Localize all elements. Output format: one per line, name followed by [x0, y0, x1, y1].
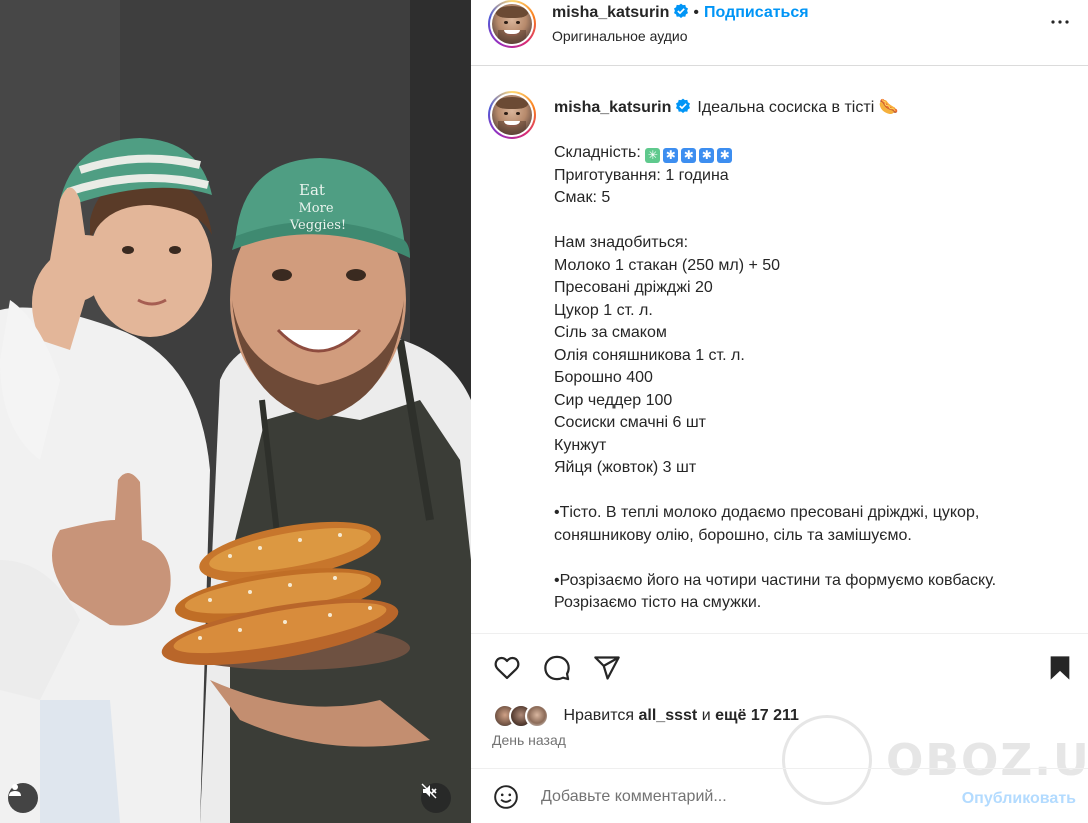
- ingredient-item: Пресовані дріжджі 20: [554, 279, 713, 296]
- difficulty-icon-5: ✱: [717, 148, 733, 163]
- ingredient-item: Олія соняшникова 1 ст. л.: [554, 346, 745, 364]
- caption-title: Ідеальна сосиска в тісті: [697, 99, 875, 116]
- share-button[interactable]: [593, 654, 621, 687]
- ingredients-list: Нам знадобиться: Молоко 1 стакан (250 мл…: [554, 232, 1074, 480]
- post-media-video[interactable]: Eat More Veggies!: [0, 0, 471, 823]
- likes-count[interactable]: ещё 17 211: [715, 707, 799, 724]
- ingredient-item: Сіль за смаком: [554, 324, 667, 341]
- heart-icon: [494, 656, 520, 680]
- post-details-panel: misha_katsurin • Подписаться Оригинальное …: [471, 0, 1088, 823]
- likes-joiner: и: [701, 707, 711, 724]
- recipe-step-2: •Розрізаємо його на чотири частини та фо…: [554, 571, 997, 612]
- more-dots-icon: [1051, 20, 1069, 24]
- post-caption: misha_katsurin Ідеальна сосиска в тісті 🌭…: [471, 67, 1088, 633]
- comment-bar: Опубликовать: [471, 768, 1088, 823]
- caption-username[interactable]: misha_katsurin: [554, 99, 671, 116]
- post-header: misha_katsurin • Подписаться Оригинальное …: [471, 0, 1088, 66]
- smiley-icon: [494, 785, 518, 809]
- comment-button[interactable]: [543, 654, 571, 687]
- mute-button[interactable]: [421, 783, 451, 813]
- ingredient-item: Яйця (жовток) 3 шт: [554, 459, 697, 476]
- follow-button[interactable]: Подписаться: [704, 4, 809, 21]
- ingredient-item: Цукор 1 ст. л.: [554, 301, 653, 319]
- recipe-summary: Складність: ✳ ✱ ✱ ✱ ✱ Приготування: 1 година…: [554, 142, 1074, 210]
- difficulty-icon-1: ✳: [645, 148, 661, 163]
- hotdog-emoji-icon: 🌭: [878, 99, 899, 116]
- verified-badge-icon: [676, 98, 691, 113]
- likes-text: Нравится all_ssst и ещё 17 211: [563, 707, 798, 724]
- author-avatar[interactable]: [488, 0, 536, 48]
- post-actions: Нравится all_ssst и ещё 17 211 День наза…: [471, 633, 1088, 768]
- comment-input[interactable]: [541, 783, 941, 811]
- ingredient-item: Сир чеддер 100: [554, 391, 673, 409]
- ingredient-item: Молоко 1 стакан (250 мл) + 50: [554, 256, 781, 274]
- taste-line: Смак: 5: [554, 189, 611, 206]
- likes-summary: Нравится all_ssst и ещё 17 211: [493, 704, 799, 728]
- header-name-line: misha_katsurin • Подписаться: [552, 3, 809, 22]
- caption-body: misha_katsurin Ідеальна сосиска в тісті 🌭…: [554, 97, 1074, 615]
- ingredients-heading: Нам знадобиться:: [554, 234, 689, 251]
- likes-prefix: Нравится: [563, 707, 635, 724]
- difficulty-line: Складність: ✳ ✱ ✱ ✱ ✱: [554, 142, 1074, 165]
- recipe-step-1: •Тісто. В теплі молоко додаємо пресовані…: [554, 504, 980, 544]
- difficulty-label: Складність:: [554, 144, 641, 161]
- svg-text:More: More: [298, 201, 333, 216]
- difficulty-icon-3: ✱: [681, 148, 697, 163]
- ingredient-item: Кунжут: [554, 436, 607, 454]
- ingredient-item: Борошно 400: [554, 369, 653, 386]
- more-options-button[interactable]: [1048, 10, 1072, 39]
- publish-button[interactable]: Опубликовать: [962, 790, 1076, 808]
- liker-avatar: [525, 704, 549, 728]
- caption-author-avatar[interactable]: [488, 91, 536, 139]
- paper-plane-icon: [594, 656, 620, 680]
- save-button[interactable]: [1046, 654, 1074, 687]
- caption-title-line: misha_katsurin Ідеальна сосиска в тісті 🌭: [554, 97, 1074, 120]
- like-button[interactable]: [493, 654, 521, 687]
- post-photo: Eat More Veggies!: [0, 0, 471, 823]
- post-timestamp[interactable]: День назад: [492, 732, 566, 748]
- speaker-muted-icon: [421, 783, 437, 799]
- ingredient-item: Сосиски смачні 6 шт: [554, 414, 706, 431]
- liker-username[interactable]: all_ssst: [639, 707, 698, 724]
- svg-text:Eat: Eat: [299, 181, 325, 199]
- author-username[interactable]: misha_katsurin: [552, 4, 669, 21]
- difficulty-icon-2: ✱: [663, 148, 679, 163]
- header-separator: •: [693, 4, 699, 21]
- user-icon: [9, 784, 21, 796]
- cooking-time-line: Приготування: 1 година: [554, 166, 729, 184]
- bookmark-filled-icon: [1050, 656, 1070, 680]
- original-audio-link[interactable]: Оригинальное аудио: [552, 28, 688, 44]
- verified-badge-icon: [674, 3, 689, 18]
- svg-text:Veggies!: Veggies!: [289, 218, 346, 233]
- emoji-picker-button[interactable]: [493, 784, 519, 815]
- tagged-users-button[interactable]: [8, 783, 38, 813]
- comment-bubble-icon: [544, 655, 570, 681]
- difficulty-icon-4: ✱: [699, 148, 715, 163]
